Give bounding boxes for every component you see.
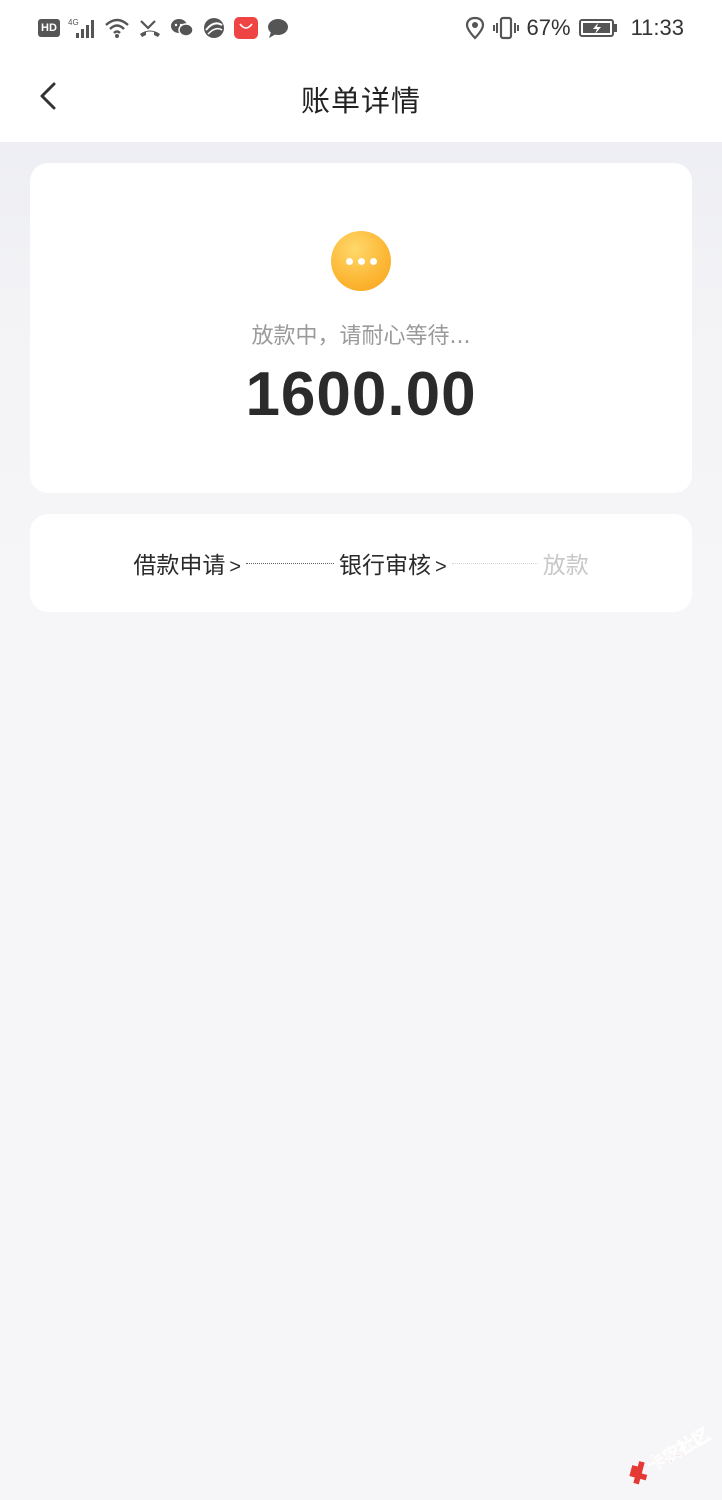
status-bar-left: HD 4G: [38, 16, 290, 40]
step-loan-application: 借款申请 >: [133, 546, 241, 580]
svg-text:卡农社区: 卡农社区: [644, 1426, 713, 1476]
step-arrow: >: [435, 556, 447, 578]
loan-progress-card: 借款申请 > 银行审核 > 放款: [30, 514, 692, 612]
step-disbursement: 放款: [543, 546, 589, 580]
loan-status-card: 放款中，请耐心等待... 1600.00: [30, 163, 692, 493]
loan-amount: 1600.00: [245, 360, 477, 429]
step-label: 放款: [542, 553, 589, 579]
progress-steps: 借款申请 > 银行审核 > 放款: [30, 514, 692, 612]
step-connector: [246, 562, 334, 564]
status-text: 放款中，请耐心等待...: [251, 324, 471, 349]
more-dots-icon: [331, 231, 391, 291]
status-bar-right: 67% 11:33: [465, 15, 684, 41]
wechat-icon: [170, 17, 194, 39]
shopping-app-icon: [234, 17, 258, 39]
step-bank-review: 银行审核 >: [339, 546, 447, 580]
status-bar: HD 4G 67% 11:33: [0, 0, 722, 56]
location-icon: [465, 16, 485, 40]
step-label: 借款申请: [133, 553, 226, 579]
clock: 11:33: [630, 15, 684, 40]
step-label: 银行审核: [339, 553, 431, 579]
battery-charging-icon: [578, 17, 619, 39]
cellular-signal-icon: 4G: [68, 17, 96, 39]
wifi-icon: [104, 17, 130, 39]
hd-badge: HD: [38, 19, 60, 37]
screen: HD 4G 67% 11:33 账单详情 放款中，请耐心等待... 1600.0…: [0, 0, 722, 1500]
step-connector-pending: [451, 562, 538, 564]
watermark-logo: 卡农社区: [614, 1424, 714, 1486]
page-title: 账单详情: [300, 84, 421, 118]
vibrate-icon: [492, 16, 519, 40]
svg-text:4G: 4G: [68, 18, 79, 27]
message-icon: [266, 17, 290, 39]
step-arrow: >: [229, 556, 241, 578]
battery-percent: 67%: [526, 15, 571, 40]
browser-icon: [202, 16, 226, 40]
missed-call-icon: [138, 17, 162, 39]
title-bar: 账单详情: [0, 56, 722, 142]
